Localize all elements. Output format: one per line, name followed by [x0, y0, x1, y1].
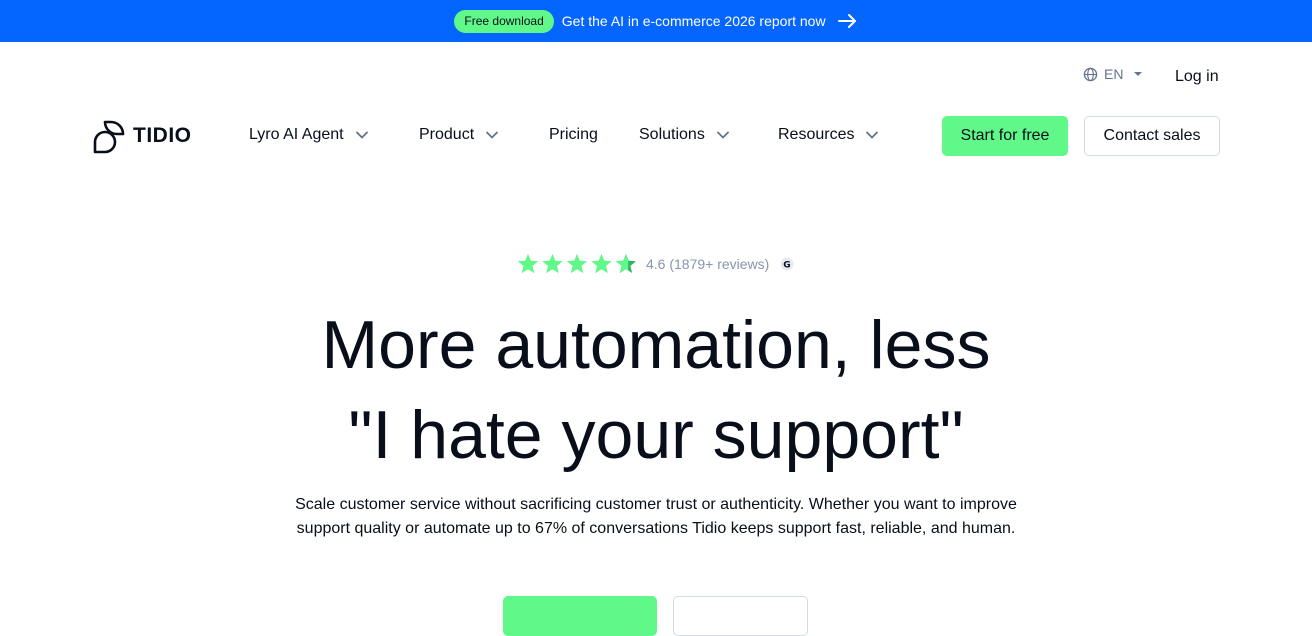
- nav-label: Resources: [778, 126, 855, 143]
- star-fill: [542, 254, 563, 273]
- promo-banner[interactable]: Free download Get the AI in e-commerce 2…: [0, 0, 1312, 42]
- contact-sales-button[interactable]: Contact sales: [1084, 116, 1220, 156]
- star-fill: [567, 254, 587, 273]
- chevron-down-icon: [716, 131, 729, 139]
- start-for-free-button[interactable]: Start for free: [942, 116, 1068, 156]
- hero-secondary-button[interactable]: [673, 596, 808, 636]
- banner-text[interactable]: Get the AI in e-commerce 2026 report now: [562, 13, 826, 29]
- login-link[interactable]: Log in: [1175, 68, 1219, 86]
- nav-solutions[interactable]: Solutions: [639, 126, 729, 144]
- globe-icon: [1083, 67, 1098, 81]
- hero-headline: More automation, less "I hate your suppo…: [0, 300, 1312, 480]
- nav-pricing[interactable]: Pricing: [549, 126, 598, 144]
- rating-row: 4.6 (1879+ reviews) G: [517, 253, 794, 275]
- star-fill: [518, 254, 538, 273]
- arrow-right-icon: [837, 14, 856, 28]
- nav-label: Lyro AI Agent: [249, 126, 344, 143]
- nav-label: Solutions: [639, 126, 705, 143]
- hero-primary-button[interactable]: [503, 596, 657, 636]
- nav-resources[interactable]: Resources: [778, 126, 879, 144]
- tidio-logo-icon: [93, 120, 125, 154]
- rating-text: 4.6 (1879+ reviews): [646, 256, 770, 272]
- subtitle-line-1: Scale customer service without sacrifici…: [295, 496, 1017, 513]
- star-fill: [591, 254, 612, 273]
- svg-text:G: G: [784, 261, 791, 271]
- free-download-badge[interactable]: Free download: [454, 9, 554, 33]
- chevron-down-icon: [866, 131, 879, 139]
- language-selector[interactable]: EN: [1083, 66, 1143, 82]
- rating-stars: [518, 254, 636, 273]
- headline-line-1: More automation, less: [321, 307, 991, 383]
- hero-subtitle: Scale customer service without sacrifici…: [0, 493, 1312, 541]
- subtitle-line-2: support quality or automate up to 67% of…: [296, 520, 1016, 537]
- utility-bar: EN Log in: [1083, 66, 1219, 85]
- tidio-logo[interactable]: TIDIO: [91, 118, 192, 154]
- chevron-down-icon: [486, 131, 499, 139]
- caret-down-icon: [1134, 72, 1143, 76]
- language-label: EN: [1104, 66, 1124, 82]
- nav-label: Product: [419, 126, 475, 143]
- headline-line-2: "I hate your support": [348, 397, 964, 473]
- chevron-down-icon: [355, 131, 368, 139]
- nav-label: Pricing: [549, 126, 598, 143]
- nav-product[interactable]: Product: [419, 126, 499, 144]
- main-nav: TIDIO Lyro AI Agent Product Pricing Solu…: [0, 116, 1312, 156]
- g2-icon: G: [780, 257, 794, 271]
- nav-lyro-ai-agent[interactable]: Lyro AI Agent: [249, 126, 368, 144]
- logo-text: TIDIO: [133, 124, 192, 147]
